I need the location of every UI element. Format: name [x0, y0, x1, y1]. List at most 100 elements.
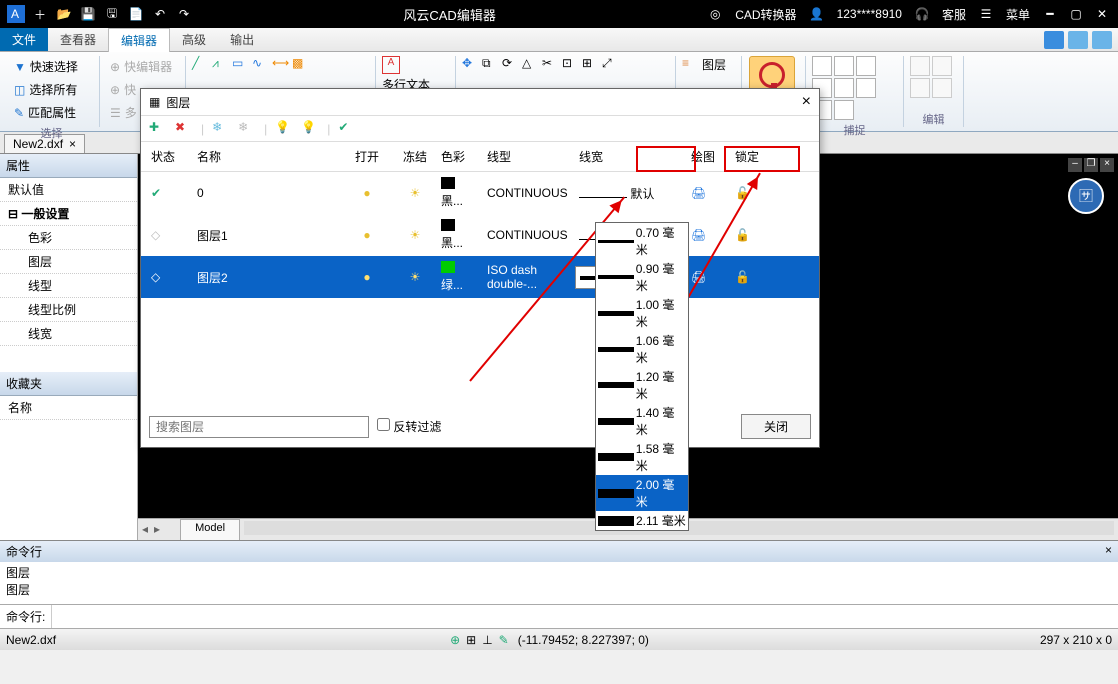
color-swatch[interactable]	[441, 177, 455, 189]
model-next-icon[interactable]: ▸	[152, 519, 162, 540]
layer-delete-icon[interactable]: ✖	[175, 120, 193, 138]
quick2-button[interactable]: ⊕快	[106, 79, 140, 100]
snap-center[interactable]	[856, 56, 876, 76]
minimize-icon[interactable]: ━	[1039, 3, 1061, 25]
lw-option[interactable]: 0.70 毫米	[596, 223, 688, 259]
layer-thaw-icon[interactable]: ❄	[238, 120, 256, 138]
converter-icon[interactable]: ◎	[704, 3, 726, 25]
lock-icon[interactable]: 🔓	[731, 268, 775, 286]
spline-icon[interactable]: ∿	[252, 56, 270, 74]
help-btn2[interactable]	[1068, 31, 1088, 49]
undo-icon[interactable]: ↶	[149, 3, 171, 25]
snap-mid[interactable]	[834, 56, 854, 76]
close-icon[interactable]: ✕	[1091, 3, 1113, 25]
layer-row-selected[interactable]: ◇ 图层2 ● ☀ 绿... ISO dash double-... 0.70 …	[141, 256, 819, 298]
copy-icon[interactable]: ⧉	[482, 56, 500, 74]
canvas-min-icon[interactable]: –	[1068, 158, 1082, 172]
rotate-icon[interactable]: ⟳	[502, 56, 520, 74]
lw-option[interactable]: 1.40 毫米	[596, 403, 688, 439]
bulb-icon[interactable]: ●	[341, 226, 393, 244]
tab-editor[interactable]: 编辑器	[108, 28, 170, 52]
layer-button[interactable]: 图层	[702, 56, 726, 73]
save-icon[interactable]: 💾	[77, 3, 99, 25]
layer-freeze-icon[interactable]: ❄	[212, 120, 230, 138]
invert-filter-checkbox[interactable]: 反转过滤	[377, 418, 441, 435]
quick-select-button[interactable]: ▼快速选择	[10, 56, 82, 77]
cmd-close-icon[interactable]: ×	[1105, 543, 1112, 560]
select-all-button[interactable]: ◫选择所有	[10, 79, 81, 100]
maximize-icon[interactable]: ▢	[1065, 3, 1087, 25]
hdr-color[interactable]: 色彩	[437, 146, 483, 167]
status-grid-icon[interactable]: ⊞	[466, 633, 476, 647]
edit-del[interactable]	[932, 56, 952, 76]
status-ortho-icon[interactable]: ⊥	[482, 633, 492, 647]
lw-option-selected[interactable]: 2.00 毫米	[596, 475, 688, 511]
lineweight-dropdown[interactable]: 0.70 毫米 0.90 毫米 1.00 毫米 1.06 毫米 1.20 毫米 …	[595, 222, 689, 531]
snap-int[interactable]	[856, 78, 876, 98]
pdf-icon[interactable]: 📄	[125, 3, 147, 25]
print-icon[interactable]: 🖨	[687, 268, 731, 286]
prop-lweight[interactable]: 线宽	[0, 322, 137, 346]
lw-option[interactable]: 0.90 毫米	[596, 259, 688, 295]
hdr-name[interactable]: 名称	[193, 146, 341, 167]
hatch-icon[interactable]: ▩	[292, 56, 310, 74]
text-icon[interactable]: A	[382, 56, 400, 74]
mirror-icon[interactable]: △	[522, 56, 540, 74]
new-icon[interactable]: ＋	[29, 3, 51, 25]
hdr-freeze[interactable]: 冻结	[393, 146, 437, 167]
layer-off-icon[interactable]: 💡	[301, 120, 319, 138]
search-layer-input[interactable]	[149, 416, 369, 438]
prop-ltype[interactable]: 线型	[0, 274, 137, 298]
redo-icon[interactable]: ↷	[173, 3, 195, 25]
dialog-close-icon[interactable]: ×	[802, 93, 811, 111]
sun-icon[interactable]: ☀	[393, 184, 437, 202]
bulb-icon[interactable]: ●	[341, 184, 393, 202]
hdr-ltype[interactable]: 线型	[483, 146, 575, 167]
color-swatch[interactable]	[441, 261, 455, 273]
avatar-icon[interactable]: 👤	[806, 3, 828, 25]
lw-option[interactable]: 2.11 毫米	[596, 511, 688, 530]
translate-badge-icon[interactable]: 🈂	[1068, 178, 1104, 214]
menu-icon[interactable]: ☰	[975, 3, 997, 25]
converter-label[interactable]: CAD转换器	[729, 6, 802, 23]
edit-copy[interactable]	[910, 78, 930, 98]
layer-row[interactable]: ✔ 0 ● ☀ 黑... CONTINUOUS 默认 🖨 🔓	[141, 172, 819, 214]
trim-icon[interactable]: ✂	[542, 56, 560, 74]
edit-cut[interactable]	[910, 56, 930, 76]
dims-icon[interactable]: ⟷	[272, 56, 290, 74]
lw-option[interactable]: 1.20 毫米	[596, 367, 688, 403]
support-icon[interactable]: 🎧	[911, 3, 933, 25]
rect-icon[interactable]: ▭	[232, 56, 250, 74]
layer-new-icon[interactable]: ✚	[149, 120, 167, 138]
multi-button[interactable]: ☰多	[106, 102, 141, 123]
support-label[interactable]: 客服	[936, 6, 972, 23]
cmd-input[interactable]	[52, 605, 1118, 628]
hdr-state[interactable]: 状态	[147, 146, 193, 167]
tab-file[interactable]: 文件	[0, 28, 48, 51]
status-snap-icon[interactable]: ⊕	[450, 633, 460, 647]
quick-edit-button[interactable]: ⊕快编辑器	[106, 56, 176, 77]
hdr-open[interactable]: 打开	[341, 146, 393, 167]
layer-ok-icon[interactable]: ✔	[338, 120, 356, 138]
sun-icon[interactable]: ☀	[393, 268, 437, 286]
lw-option[interactable]: 1.00 毫米	[596, 295, 688, 331]
prop-layer[interactable]: 图层	[0, 250, 137, 274]
bulb-icon[interactable]: ●	[341, 268, 393, 286]
prop-color[interactable]: 色彩	[0, 226, 137, 250]
prop-lscale[interactable]: 线型比例	[0, 298, 137, 322]
model-tab[interactable]: Model	[180, 519, 240, 540]
lw-option[interactable]: 1.58 毫米	[596, 439, 688, 475]
lock-icon[interactable]: 🔓	[731, 226, 775, 244]
scale-icon[interactable]: ⤢	[602, 56, 620, 74]
edit-paste[interactable]	[932, 78, 952, 98]
tab-viewer[interactable]: 查看器	[48, 28, 108, 51]
open-icon[interactable]: 📂	[53, 3, 75, 25]
help-btn1[interactable]	[1044, 31, 1064, 49]
snap-ins[interactable]	[834, 100, 854, 120]
layer-icon[interactable]: ≡	[682, 56, 700, 74]
polyline-icon[interactable]: ⩘	[212, 56, 230, 74]
menu-label[interactable]: 菜单	[1000, 6, 1036, 23]
saveas-icon[interactable]: 🖫	[101, 3, 123, 25]
color-swatch[interactable]	[441, 219, 455, 231]
props-default[interactable]: 默认值	[0, 178, 137, 202]
